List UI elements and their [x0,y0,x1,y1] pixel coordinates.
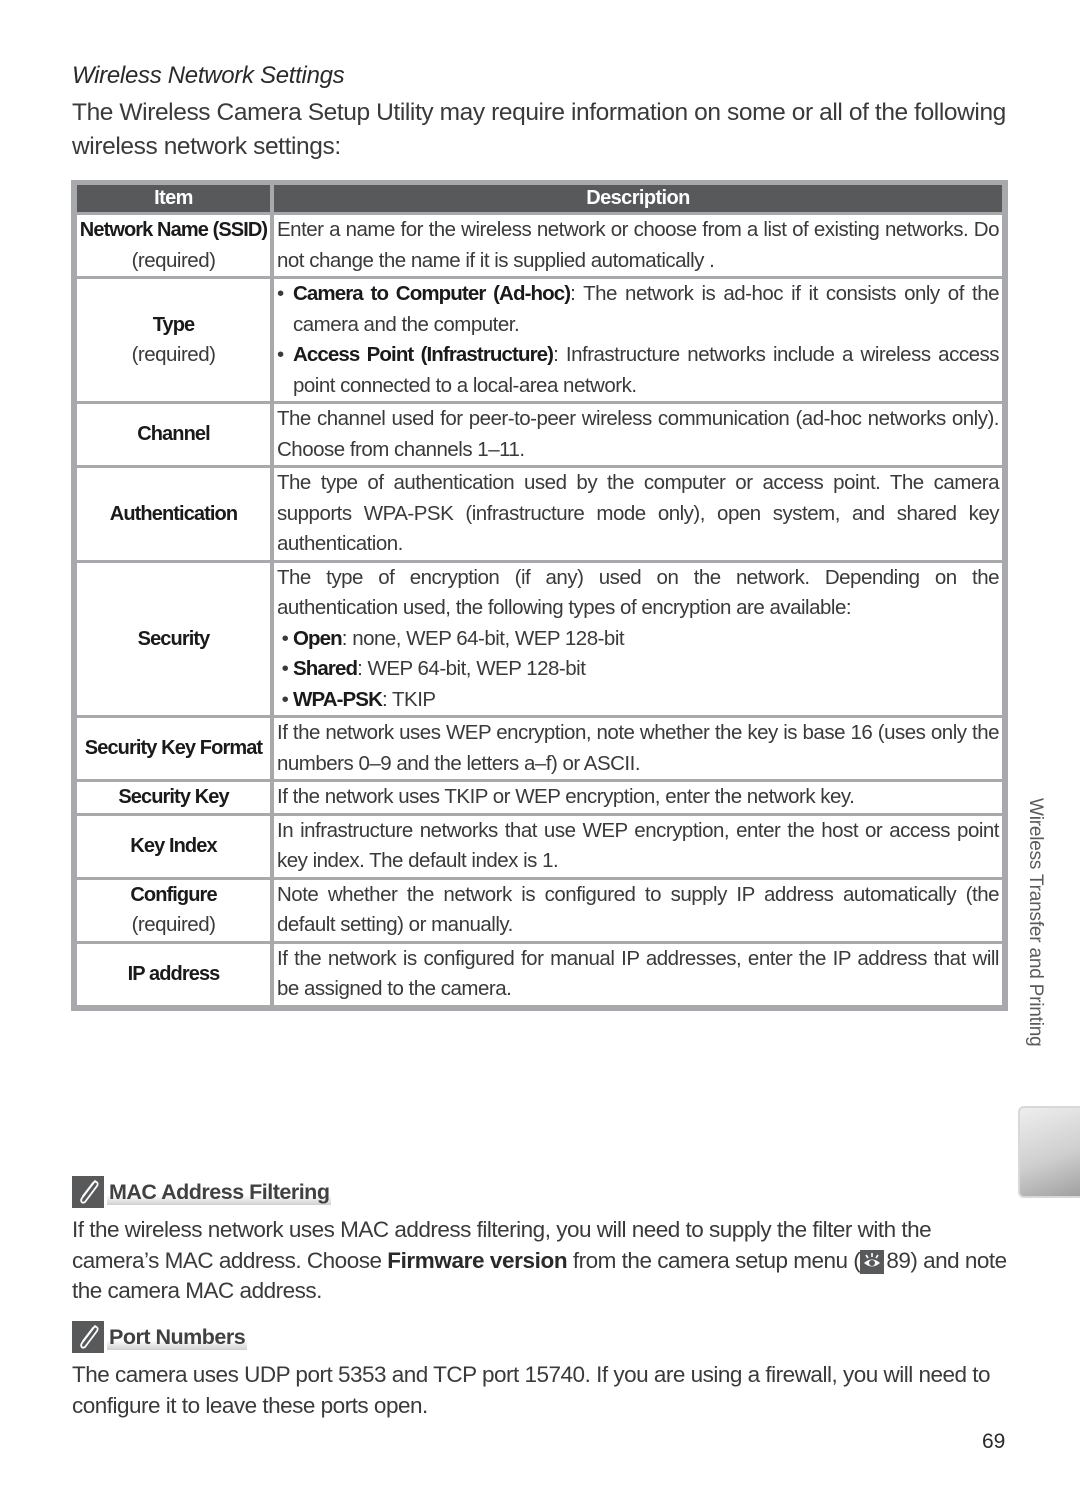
description-cell: If the network uses WEP encryption, note… [274,718,1002,779]
item-cell: Key Index [77,815,274,877]
note-title-port-numbers: Port Numbers [72,1321,248,1353]
item-name: Type [152,313,196,336]
table-header-row: Item Description [77,185,1002,212]
header-description: Description [274,185,1002,212]
table-row: Network Name (SSID) (required) Enter a n… [77,215,1002,276]
note-body-port-numbers: The camera uses UDP port 5353 and TCP po… [72,1362,991,1418]
firmware-version-term: Firmware version [387,1247,568,1273]
item-name: Security [137,627,211,650]
required-label: (required) [131,913,216,936]
bullet-term: WPA-PSK [293,687,383,711]
table-row: Type (required) • Camera to Computer (Ad-… [77,279,1002,401]
page-number: 69 [982,1430,1006,1453]
intro-paragraph: The Wireless Camera Setup Utility may re… [72,99,1006,160]
description-cell: If the network uses TKIP or WEP encrypti… [274,782,1002,813]
table-row: Configure (required) Note whether the ne… [77,879,1002,941]
item-name: IP address [127,962,221,985]
pencil-note-icon [72,1321,104,1353]
note-text: from the camera setup menu ( [567,1247,861,1273]
item-name: Security Key Format [84,737,263,760]
bullet-term: Camera to Computer (Ad-hoc) [293,282,571,305]
required-label: (required) [131,343,216,366]
bullet-text: : TKIP [381,687,436,711]
note-label: MAC Address Filtering [107,1179,332,1205]
item-name: Configure [130,883,217,906]
table-row: Security Key If the network uses TKIP or… [77,782,1002,813]
table-row: Security Key Format If the network uses … [77,718,1002,779]
bullet-icon: • [281,657,289,680]
item-name: Key Index [130,834,217,857]
item-cell: Type (required) [77,279,274,401]
settings-table: Item Description Network Name (SSID) (re… [71,180,1008,1011]
item-cell: Network Name (SSID) (required) [77,215,274,276]
description-cell: Enter a name for the wireless network or… [274,215,1002,276]
description-cell: Note whether the network is configured t… [274,879,1002,941]
note-body-mac-filtering: If the wireless network uses MAC address… [72,1215,1010,1307]
page-reference[interactable]: 89 [886,1248,911,1273]
item-cell: Security Key Format [77,718,274,779]
item-cell: Channel [77,404,274,465]
item-cell: Authentication [77,468,274,560]
pencil-note-icon [72,1176,104,1208]
bullet-icon: • [281,687,289,711]
bullet-term: Access Point (Infrastructure) [293,343,554,366]
description-cell: • Camera to Computer (Ad-hoc): The networ… [274,279,1002,401]
section-heading: Wireless Network Settings [72,62,345,89]
note-title-mac-filtering: MAC Address Filtering [72,1176,332,1208]
bullet-icon: • [277,282,284,305]
bullet-item: • Camera to Computer (Ad-hoc): The networ… [277,279,1000,340]
description-cell: If the network is configured for manual … [274,943,1002,1005]
bullet-text: : none, WEP 64-bit, WEP 128-bit [341,626,625,650]
bullet-item: • Access Point (Infrastructure): Infrastr… [277,340,999,401]
bullet-term: Shared [293,657,358,680]
item-cell: IP address [77,943,274,1005]
item-name: Network Name (SSID) [79,219,268,241]
table-row: IP address If the network is configured … [77,943,1002,1005]
note-label: Port Numbers [107,1324,248,1350]
description-text: The type of encryption (if any) used on … [277,565,1000,620]
description-cell: The channel used for peer-to-peer wirele… [274,404,1002,465]
item-name: Security Key [118,786,229,808]
bullet-text: : WEP 64-bit, WEP 128-bit [357,657,586,680]
bullet-item: • Open: none, WEP 64-bit, WEP 128-bit [277,624,999,655]
bullet-item: • WPA-PSK: TKIP [277,685,999,716]
item-cell: Security [77,562,274,715]
item-name: Channel [137,423,211,446]
table-row: Authentication The type of authenticatio… [77,468,1002,560]
description-cell: The type of encryption (if any) used on … [274,562,1002,716]
table-row: Security The type of encryption (if any)… [77,562,1002,716]
required-label: (required) [131,248,216,272]
header-item: Item [77,185,274,212]
description-cell: In infrastructure networks that use WEP … [274,815,1002,877]
bullet-item: • Shared: WEP 64-bit, WEP 128-bit [277,654,999,685]
chapter-tab-label: Wireless Transfer and Printing [1025,798,1046,1047]
setup-menu-icon [860,1249,885,1274]
bullet-term: Open [293,626,343,650]
item-cell: Security Key [77,782,274,813]
item-cell: Configure (required) [77,879,274,941]
chapter-tab [1018,1106,1080,1198]
table-row: Channel The channel used for peer-to-pee… [77,404,1002,465]
description-cell: The type of authentication used by the c… [274,468,1002,560]
bullet-icon: • [281,626,289,650]
item-name: Authentication [109,502,238,525]
bullet-icon: • [277,343,284,366]
table-row: Key Index In infrastructure networks tha… [77,815,1002,877]
